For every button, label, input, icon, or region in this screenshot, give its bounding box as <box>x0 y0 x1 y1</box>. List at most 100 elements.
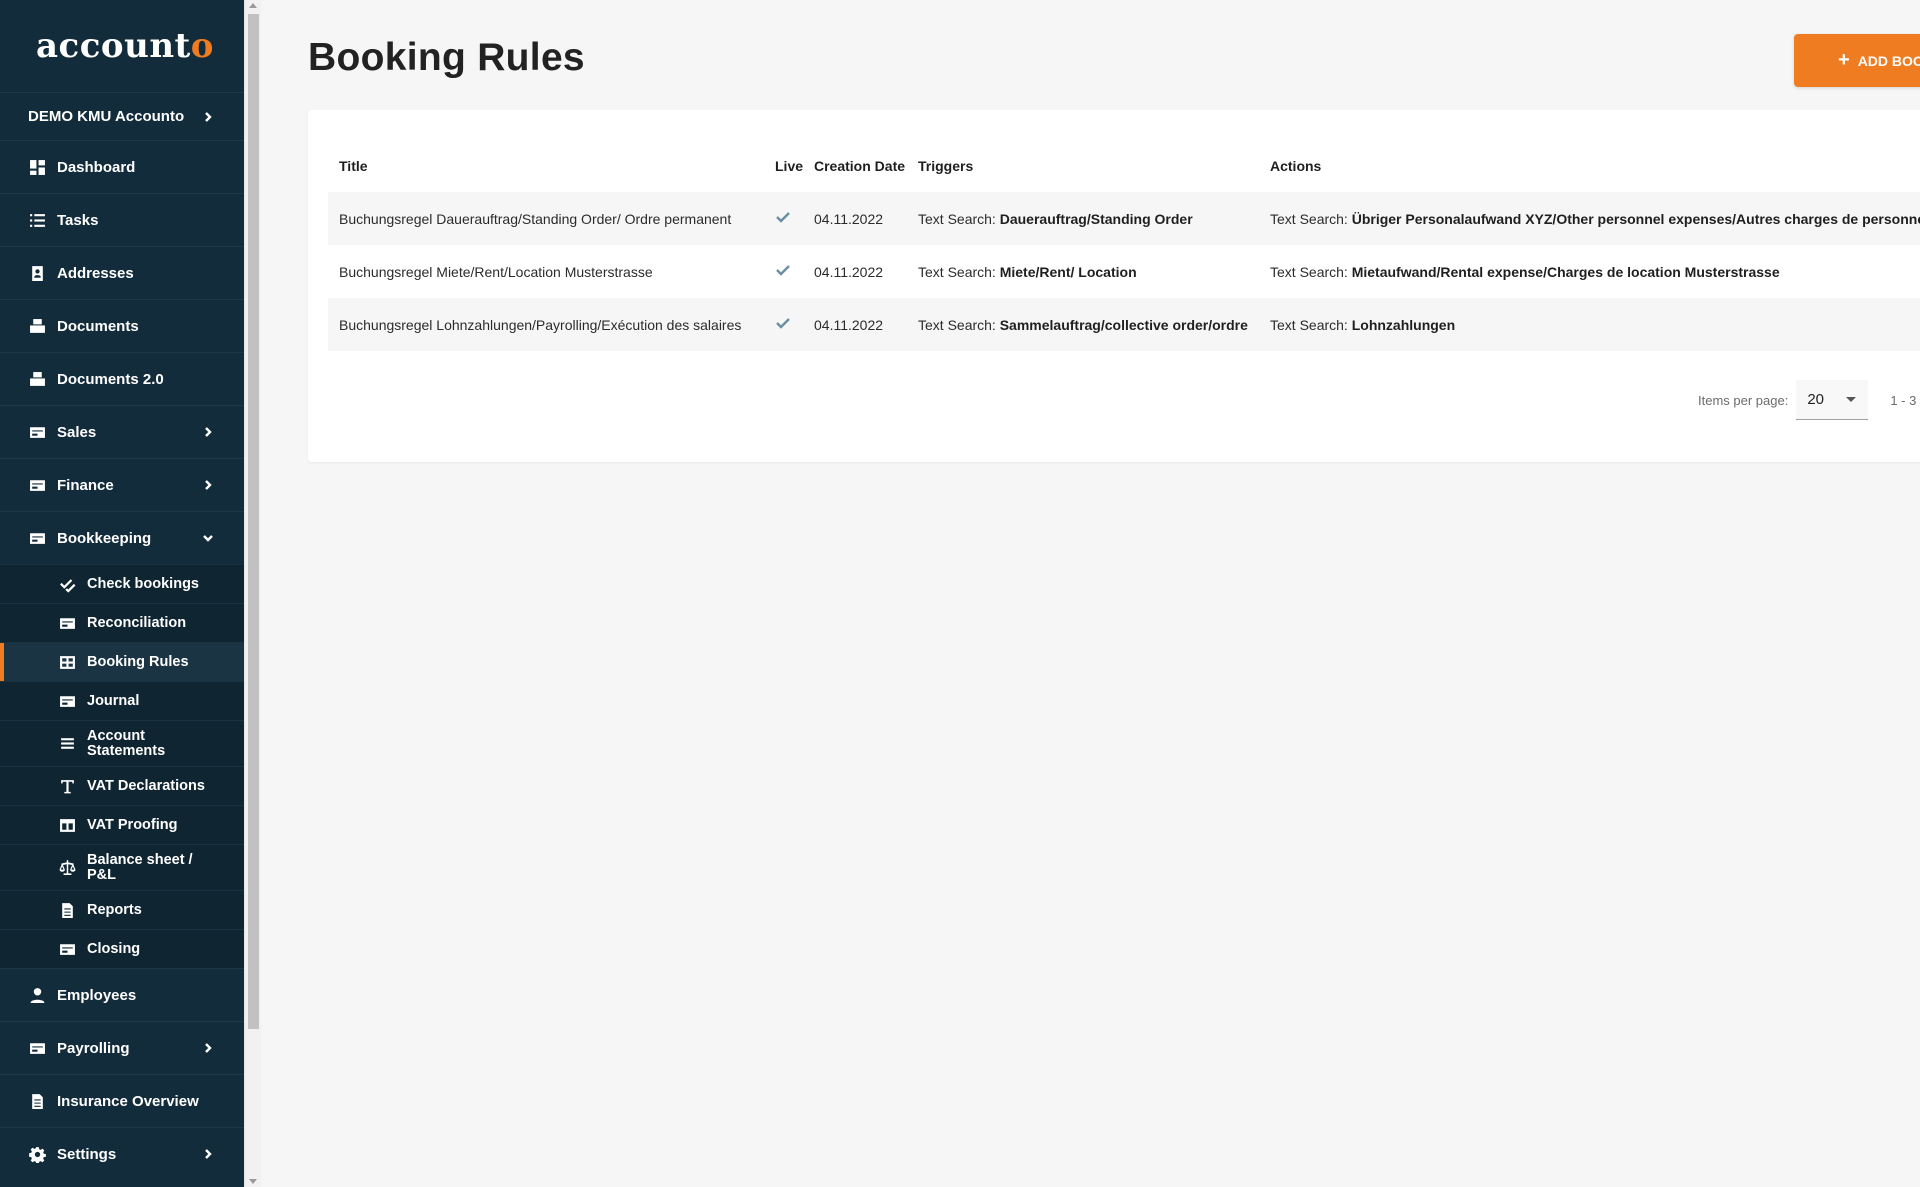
scroll-down-arrow-icon[interactable] <box>249 1179 257 1184</box>
creation-date: 04.11.2022 <box>803 192 907 245</box>
sidebar-item-vat-declarations[interactable]: VAT Declarations <box>0 766 244 805</box>
trigger-value: Miete/Rent/ Location <box>999 263 1137 280</box>
page-title: Booking Rules <box>308 36 585 79</box>
check-icon <box>775 318 791 334</box>
sidebar-item-balance-sheet[interactable]: Balance sheet / P&L <box>0 844 244 890</box>
page-range-label: 1 - 3 of 3 <box>1890 392 1920 408</box>
sidebar-item-booking-rules[interactable]: Booking Rules <box>0 642 244 681</box>
trigger-cell: Text Search: Dauerauftrag/Standing Order <box>907 192 1259 245</box>
column-header-creation-date[interactable]: Creation Date <box>803 140 907 192</box>
action-cell: Text Search: Mietaufwand/Rental expense/… <box>1259 245 1920 298</box>
logo-accent: o <box>190 26 214 66</box>
sidebar-item-employees[interactable]: Employees <box>0 968 244 1021</box>
sidebar-item-journal[interactable]: Journal <box>0 681 244 720</box>
column-header-triggers: Triggers <box>918 158 974 174</box>
action-key: Text Search: <box>1270 263 1348 280</box>
table-row[interactable]: Buchungsregel Lohnzahlungen/Payrolling/E… <box>328 298 1920 351</box>
text-icon <box>58 777 76 795</box>
add-booking-rule-button[interactable]: + ADD BOOKING RULE <box>1794 34 1920 87</box>
sidebar-item-label: Balance sheet / P&L <box>87 851 193 883</box>
columns-icon <box>58 816 76 834</box>
check-icon <box>775 265 791 281</box>
column-header-title[interactable]: Title <box>328 140 764 192</box>
sidebar-item-payrolling[interactable]: Payrolling <box>0 1021 244 1074</box>
sidebar-item-dashboard[interactable]: Dashboard <box>0 140 244 193</box>
chevron-down-icon <box>202 532 214 544</box>
add-button-label: ADD BOOKING RULE <box>1857 52 1920 69</box>
sidebar-item-addresses[interactable]: Addresses <box>0 246 244 299</box>
live-status <box>764 245 803 298</box>
scrollbar-thumb[interactable] <box>248 14 259 1029</box>
double-check-icon <box>58 575 76 593</box>
sidebar-item-tasks[interactable]: Tasks <box>0 193 244 246</box>
sidebar-item-documents[interactable]: Documents <box>0 299 244 352</box>
column-header-actions: Actions <box>1270 158 1322 174</box>
sidebar-item-label: Employees <box>57 986 137 1004</box>
chevron-right-icon <box>202 479 214 491</box>
sidebar: account o DEMO KMU Accounto Dashboard Tas… <box>0 0 244 1187</box>
sidebar-item-insurance-overview[interactable]: Insurance Overview <box>0 1074 244 1127</box>
sidebar-scrollbar[interactable] <box>244 0 261 1187</box>
accounto-logo[interactable]: account o <box>0 0 244 92</box>
person-icon <box>28 986 46 1004</box>
sidebar-item-reconciliation[interactable]: Reconciliation <box>0 603 244 642</box>
action-value: Mietaufwand/Rental expense/Charges de lo… <box>1351 263 1780 280</box>
table-icon <box>58 653 76 671</box>
rule-title[interactable]: Buchungsregel Dauerauftrag/Standing Orde… <box>328 192 764 245</box>
sidebar-item-finance[interactable]: Finance <box>0 458 244 511</box>
chevron-right-icon <box>202 426 214 438</box>
chevron-right-icon <box>202 111 214 123</box>
creation-date: 04.11.2022 <box>803 245 907 298</box>
report-icon <box>58 901 76 919</box>
sidebar-item-vat-proofing[interactable]: VAT Proofing <box>0 805 244 844</box>
table-header-row: Title Live Creation Date Triggers Action… <box>328 140 1920 192</box>
items-per-page-select[interactable]: 20 <box>1796 380 1869 420</box>
list-icon <box>58 735 76 753</box>
company-name: DEMO KMU Accounto <box>28 108 185 125</box>
company-selector[interactable]: DEMO KMU Accounto <box>0 92 244 140</box>
bookkeeping-icon <box>28 529 46 547</box>
sidebar-item-label: Booking Rules <box>87 654 189 670</box>
scale-icon <box>58 859 76 877</box>
scroll-up-arrow-icon[interactable] <box>249 3 257 8</box>
caret-down-icon <box>1846 397 1857 402</box>
reconciliation-icon <box>58 614 76 632</box>
table-row[interactable]: Buchungsregel Dauerauftrag/Standing Orde… <box>328 192 1920 245</box>
sidebar-item-closing[interactable]: Closing <box>0 929 244 968</box>
column-header-live[interactable]: Live <box>764 140 803 192</box>
trigger-cell: Text Search: Miete/Rent/ Location <box>907 245 1259 298</box>
bookkeeping-submenu: Check bookings Reconciliation Booking Ru… <box>0 564 244 968</box>
journal-icon <box>58 692 76 710</box>
sidebar-item-sales[interactable]: Sales <box>0 405 244 458</box>
trigger-key: Text Search: <box>918 263 996 280</box>
live-status <box>764 192 803 245</box>
sidebar-item-label: Addresses <box>57 264 134 282</box>
trigger-value: Sammelauftrag/collective order/ordre <box>999 316 1248 333</box>
tasks-icon <box>28 211 46 229</box>
action-cell: Text Search: Lohnzahlungen <box>1259 298 1920 351</box>
sidebar-item-documents-2[interactable]: Documents 2.0 <box>0 352 244 405</box>
trigger-value: Dauerauftrag/Standing Order <box>999 210 1193 227</box>
sidebar-item-settings[interactable]: Settings <box>0 1127 244 1180</box>
sidebar-item-account-statements[interactable]: Account Statements <box>0 720 244 766</box>
sidebar-item-label: VAT Declarations <box>87 778 205 794</box>
sidebar-item-label: Reconciliation <box>87 615 187 631</box>
live-status <box>764 298 803 351</box>
finance-icon <box>28 476 46 494</box>
sidebar-item-label: Settings <box>57 1145 117 1163</box>
items-per-page-label: Items per page: <box>1698 392 1789 408</box>
sidebar-item-label: Documents 2.0 <box>57 370 164 388</box>
check-icon <box>775 212 791 228</box>
trigger-key: Text Search: <box>918 316 996 333</box>
rule-title[interactable]: Buchungsregel Lohnzahlungen/Payrolling/E… <box>328 298 764 351</box>
sidebar-item-bookkeeping[interactable]: Bookkeeping <box>0 511 244 564</box>
plus-icon: + <box>1838 49 1850 71</box>
booking-rules-card: Title Live Creation Date Triggers Action… <box>308 110 1920 462</box>
logo-text: account <box>36 26 191 66</box>
sidebar-item-label: Tasks <box>57 211 99 229</box>
sidebar-item-reports[interactable]: Reports <box>0 890 244 929</box>
sidebar-item-label: Sales <box>57 423 97 441</box>
sidebar-item-check-bookings[interactable]: Check bookings <box>0 564 244 603</box>
rule-title[interactable]: Buchungsregel Miete/Rent/Location Muster… <box>328 245 764 298</box>
table-row[interactable]: Buchungsregel Miete/Rent/Location Muster… <box>328 245 1920 298</box>
